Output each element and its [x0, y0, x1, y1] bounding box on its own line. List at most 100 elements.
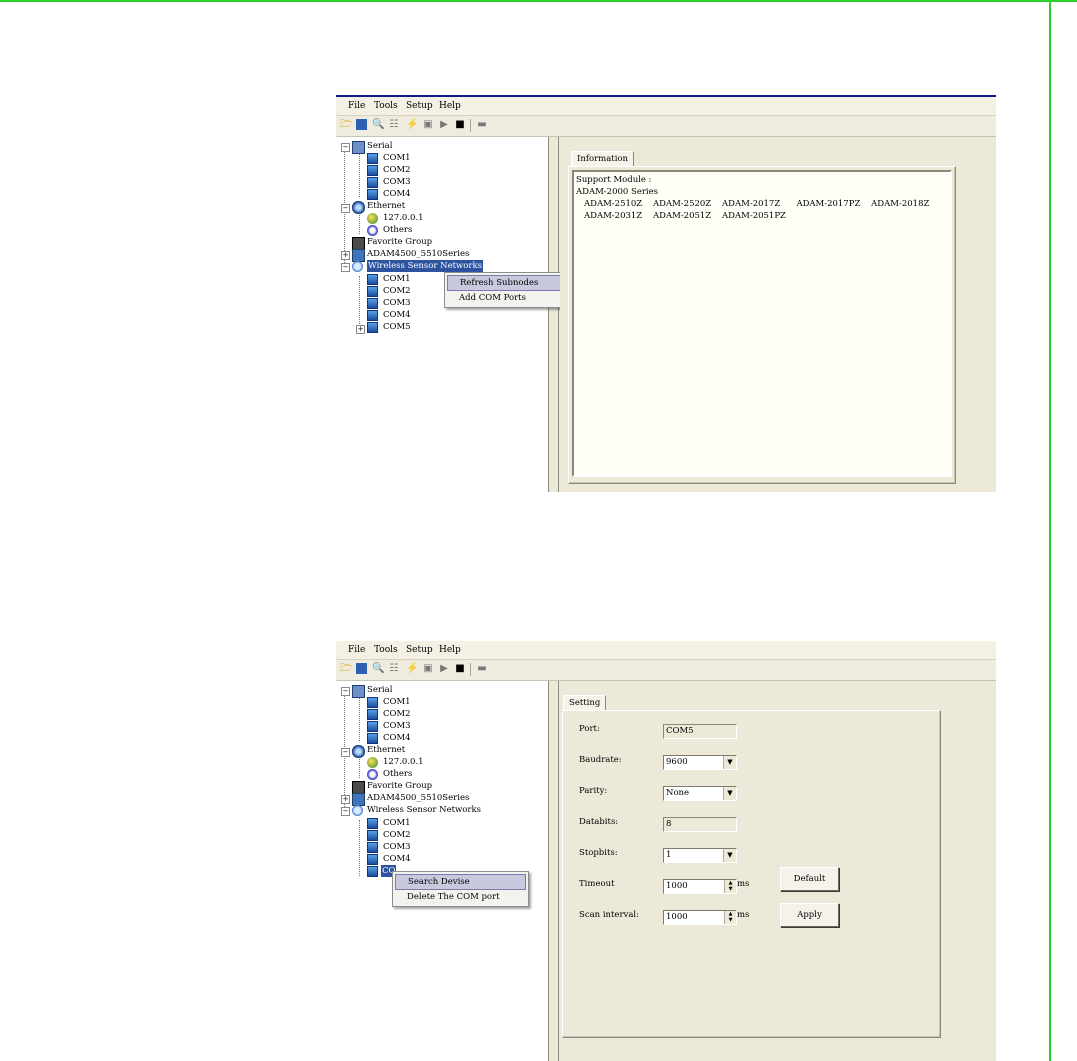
tree-node-others[interactable]: Others: [383, 224, 412, 236]
network-icon[interactable]: ☷: [388, 663, 400, 675]
serial-icon: [352, 685, 365, 698]
tree-node-com2[interactable]: COM2: [383, 708, 411, 720]
tree-node-com3[interactable]: COM3: [383, 176, 411, 188]
menu-setup[interactable]: Setup: [406, 101, 433, 111]
tree-node-localhost[interactable]: 127.0.0.1: [383, 212, 424, 224]
tree-node-wsn[interactable]: Wireless Sensor Networks: [367, 804, 481, 816]
globe-icon: [367, 213, 378, 224]
tree-node-com1[interactable]: COM1: [383, 152, 411, 164]
apply-button[interactable]: Apply: [780, 903, 839, 927]
tree-node-wsn-com5[interactable]: COM5: [383, 321, 411, 333]
terminal-icon[interactable]: ▬: [476, 119, 488, 131]
tree-node-wsn-com2[interactable]: COM2: [383, 829, 411, 841]
network-icon[interactable]: ☷: [388, 119, 400, 131]
tree-node-com4[interactable]: COM4: [383, 732, 411, 744]
tree-node-com3[interactable]: COM3: [383, 720, 411, 732]
tree-node-serial[interactable]: Serial: [367, 140, 392, 152]
chevron-down-icon[interactable]: ▼: [723, 849, 736, 862]
collapse-toggle[interactable]: −: [341, 204, 350, 213]
open-icon[interactable]: 🗁: [340, 663, 352, 675]
pane-splitter[interactable]: [549, 681, 559, 1061]
search-icon[interactable]: 🔍: [372, 119, 384, 131]
tree-node-adam4500[interactable]: ADAM4500_5510Series: [367, 248, 469, 260]
context-menu: Search Devise Delete The COM port: [392, 871, 529, 907]
tree-node-wsn-com3[interactable]: COM3: [383, 841, 411, 853]
run-icon[interactable]: ▶: [438, 119, 450, 131]
pane-splitter[interactable]: [549, 137, 559, 492]
module-icon[interactable]: ▣: [422, 119, 434, 131]
tree-node-others[interactable]: Others: [383, 768, 412, 780]
run-icon[interactable]: ▶: [438, 663, 450, 675]
menu-tools[interactable]: Tools: [374, 101, 398, 111]
tree-node-wsn-com4[interactable]: COM4: [383, 309, 411, 321]
refresh-subnodes-item[interactable]: Refresh Subnodes: [447, 275, 574, 291]
com-port-icon: [367, 298, 378, 309]
stopbits-select[interactable]: 1 ▼: [663, 848, 737, 863]
tree-node-wsn-com3[interactable]: COM3: [383, 297, 411, 309]
com-port-icon: [367, 854, 378, 865]
collapse-toggle[interactable]: −: [341, 807, 350, 816]
com-port-icon: [367, 830, 378, 841]
default-button[interactable]: Default: [780, 867, 839, 891]
module-icon[interactable]: ▣: [422, 663, 434, 675]
wireless-icon: [352, 805, 363, 816]
save-icon[interactable]: [356, 119, 367, 130]
chevron-down-icon[interactable]: ▼: [723, 787, 736, 800]
search-device-item[interactable]: Search Devise: [395, 874, 526, 890]
timeout-spinner[interactable]: 1000 ▲ ▼: [663, 879, 737, 894]
tree-node-com4[interactable]: COM4: [383, 188, 411, 200]
menu-file[interactable]: File: [348, 645, 365, 655]
tree-node-favorite[interactable]: Favorite Group: [367, 236, 432, 248]
menu-help[interactable]: Help: [439, 645, 461, 655]
tree-node-wsn-com1[interactable]: COM1: [383, 817, 411, 829]
tree-node-com2[interactable]: COM2: [383, 164, 411, 176]
support-module-box: Support Module : ADAM-2000 Series ADAM-2…: [572, 170, 952, 477]
menu-help[interactable]: Help: [439, 101, 461, 111]
tree-node-wsn-selected[interactable]: Wireless Sensor Networks: [367, 260, 483, 272]
parity-select[interactable]: None ▼: [663, 786, 737, 801]
expand-toggle[interactable]: +: [356, 325, 365, 334]
terminal-icon[interactable]: ▬: [476, 663, 488, 675]
com-port-icon: [367, 697, 378, 708]
scan-interval-spinner[interactable]: 1000 ▲ ▼: [663, 910, 737, 925]
tree-node-serial[interactable]: Serial: [367, 684, 392, 696]
spin-arrows-icon[interactable]: ▲ ▼: [724, 911, 736, 924]
tree-node-wsn-com4[interactable]: COM4: [383, 853, 411, 865]
add-com-ports-item[interactable]: Add COM Ports: [447, 291, 574, 305]
tree-node-ethernet[interactable]: Ethernet: [367, 744, 405, 756]
edit-icon[interactable]: ⚡: [406, 119, 418, 131]
tree-node-com1[interactable]: COM1: [383, 696, 411, 708]
tree-node-wsn-com2[interactable]: COM2: [383, 285, 411, 297]
menu-file[interactable]: File: [348, 101, 365, 111]
tab-setting[interactable]: Setting: [563, 695, 607, 710]
save-icon[interactable]: [356, 663, 367, 674]
delete-com-port-item[interactable]: Delete The COM port: [395, 890, 526, 904]
collapse-toggle[interactable]: −: [341, 263, 350, 272]
edit-icon[interactable]: ⚡: [406, 663, 418, 675]
tree-line: [359, 215, 360, 234]
wireless-icon: [352, 261, 363, 272]
menu-tools[interactable]: Tools: [374, 645, 398, 655]
tab-information[interactable]: Information: [571, 151, 635, 166]
tree-node-adam4500[interactable]: ADAM4500_5510Series: [367, 792, 469, 804]
baudrate-select[interactable]: 9600 ▼: [663, 755, 737, 770]
collapse-toggle[interactable]: −: [341, 687, 350, 696]
expand-toggle[interactable]: +: [341, 251, 350, 260]
search-icon[interactable]: 🔍: [372, 663, 384, 675]
open-icon[interactable]: 🗁: [340, 119, 352, 131]
com-port-icon: [367, 165, 378, 176]
camera-icon[interactable]: ■: [454, 663, 466, 675]
tree-node-localhost[interactable]: 127.0.0.1: [383, 756, 424, 768]
collapse-toggle[interactable]: −: [341, 748, 350, 757]
menu-bar: File Tools Setup Help: [336, 97, 996, 116]
camera-icon[interactable]: ■: [454, 119, 466, 131]
expand-toggle[interactable]: +: [341, 795, 350, 804]
tree-node-favorite[interactable]: Favorite Group: [367, 780, 432, 792]
spin-arrows-icon[interactable]: ▲ ▼: [724, 880, 736, 893]
com-port-icon: [367, 177, 378, 188]
tree-node-wsn-com1[interactable]: COM1: [383, 273, 411, 285]
tree-node-ethernet[interactable]: Ethernet: [367, 200, 405, 212]
menu-setup[interactable]: Setup: [406, 645, 433, 655]
chevron-down-icon[interactable]: ▼: [723, 756, 736, 769]
collapse-toggle[interactable]: −: [341, 143, 350, 152]
